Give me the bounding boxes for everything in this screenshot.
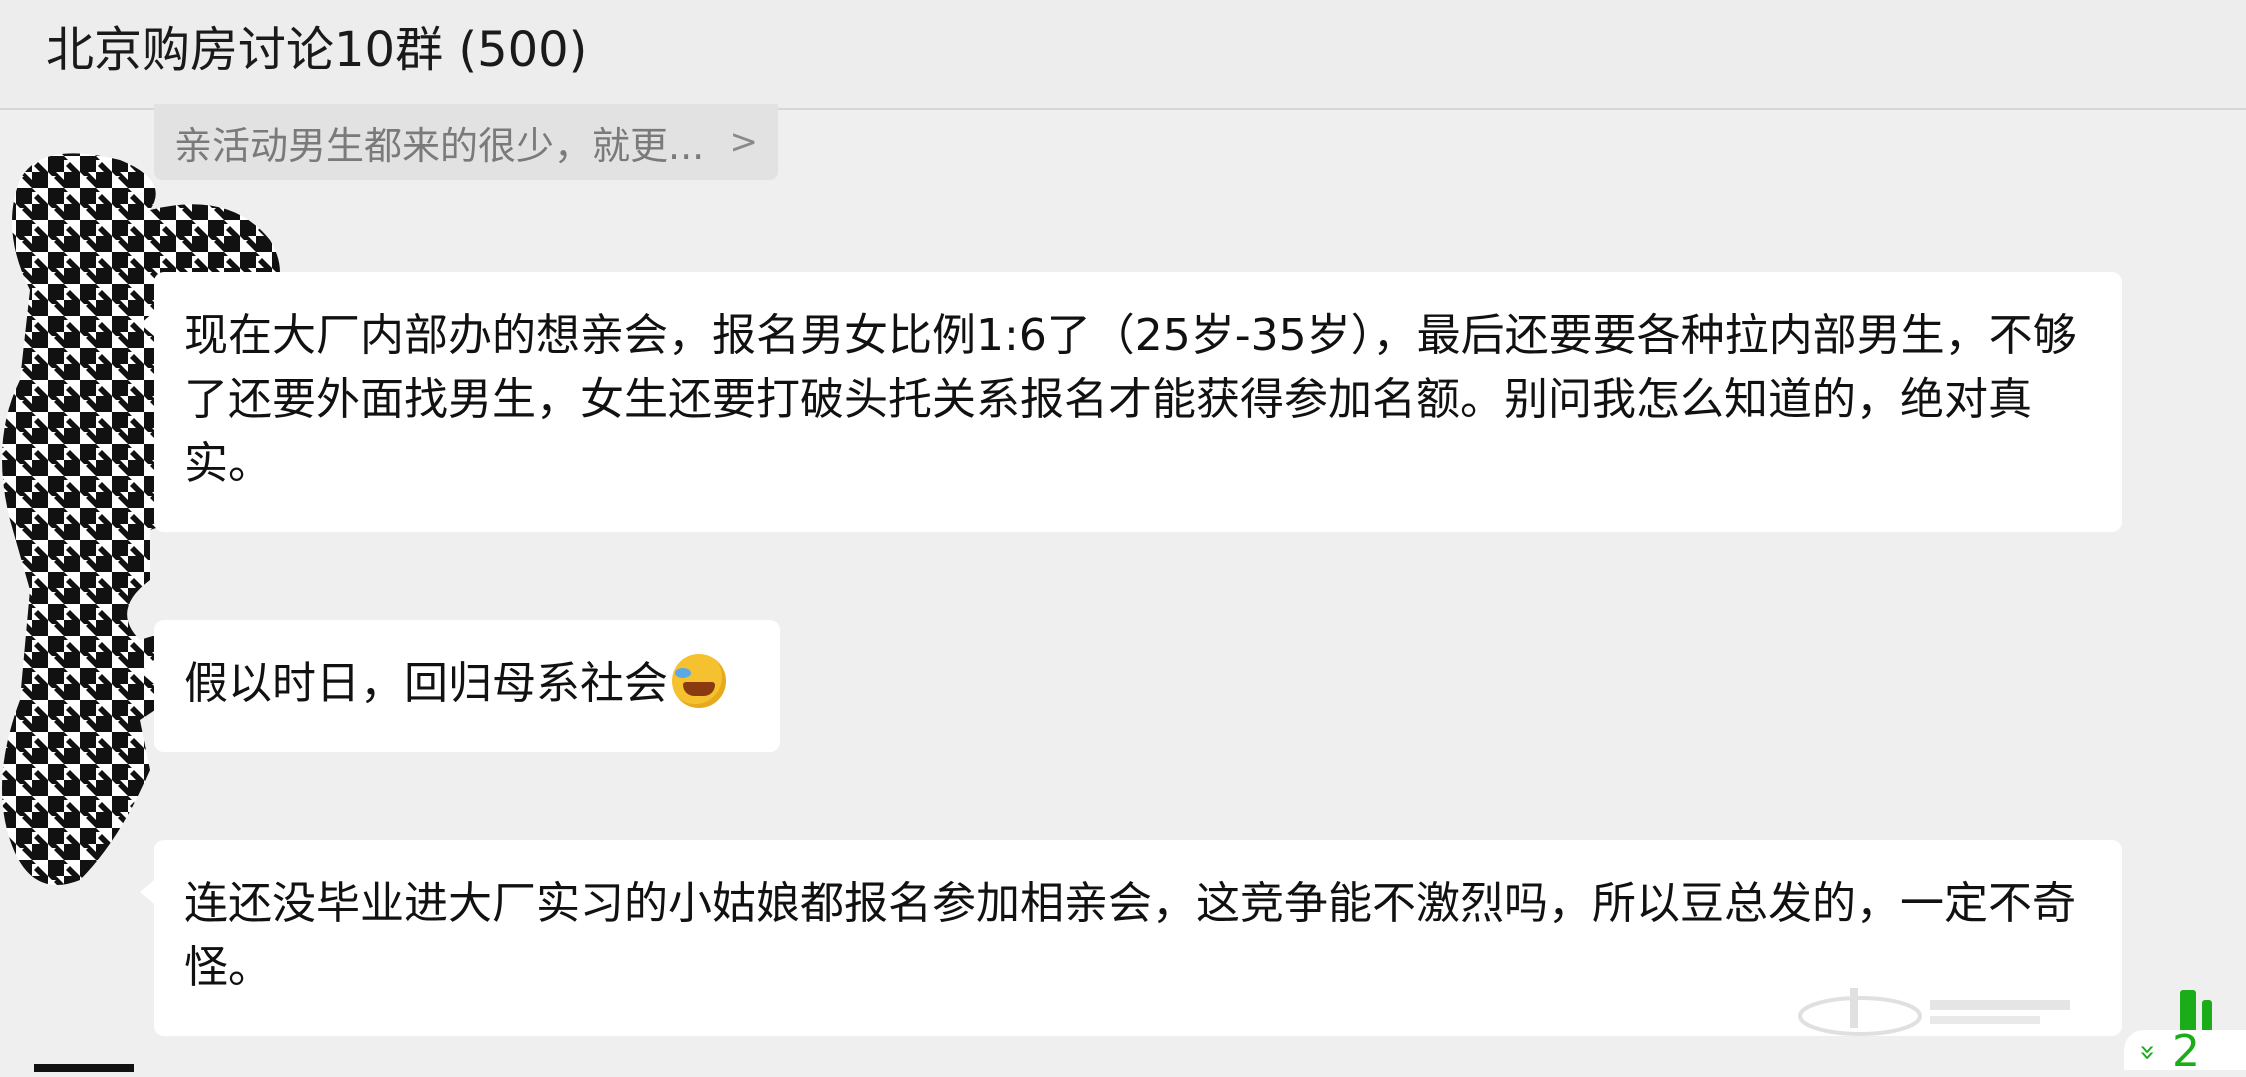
watermark-logo (1798, 988, 2070, 1036)
message-bubble[interactable]: 现在大厂内部办的想亲会，报名男女比例1:6了（25岁-35岁），最后还要要各种拉… (140, 272, 2122, 532)
message-bubble[interactable]: 假以时日，回归母系社会 (140, 620, 780, 752)
chat-title[interactable]: 北京购房讨论10群 (500) (46, 18, 587, 82)
new-messages-badge[interactable]: » 2 (2124, 1026, 2246, 1077)
avatar[interactable] (34, 1064, 134, 1072)
face-with-tears-of-joy-icon (672, 654, 726, 708)
message-text: 连还没毕业进大厂实习的小姑娘都报名参加相亲会，这竞争能不激烈吗，所以豆总发的，一… (184, 878, 2076, 993)
chevron-right-icon: > (729, 122, 759, 162)
chat-header: 北京购房讨论10群 (500) (0, 0, 2246, 110)
message-text: 假以时日，回归母系社会 (184, 658, 668, 709)
new-messages-count: 2 (2172, 1026, 2200, 1077)
double-chevron-down-icon: » (2132, 1043, 2166, 1062)
message-text: 现在大厂内部办的想亲会，报名男女比例1:6了（25岁-35岁），最后还要要各种拉… (184, 310, 2077, 489)
